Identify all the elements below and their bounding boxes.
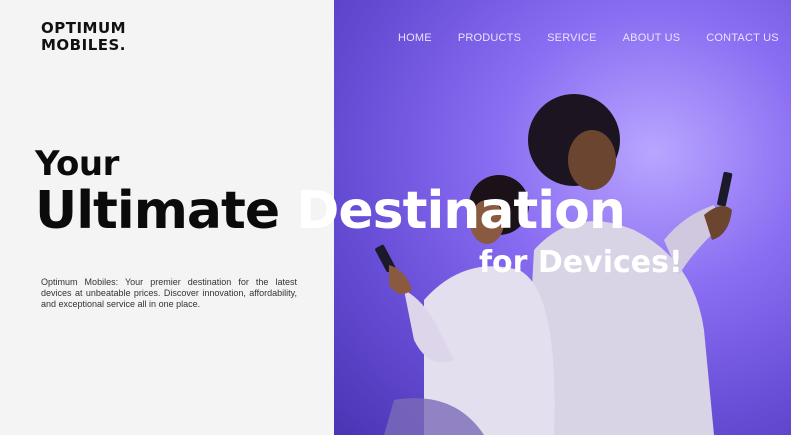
brand-logo[interactable]: OPTIMUM MOBILES. bbox=[41, 20, 126, 54]
phone-boy bbox=[717, 171, 733, 207]
nav-home[interactable]: HOME bbox=[398, 32, 432, 44]
hero-description: Optimum Mobiles: Your premier destinatio… bbox=[41, 277, 297, 309]
hero-heading-destination: Destination bbox=[296, 181, 626, 241]
nav-products[interactable]: PRODUCTS bbox=[458, 32, 521, 44]
nav-service[interactable]: SERVICE bbox=[547, 32, 597, 44]
brand-line-2: MOBILES. bbox=[41, 36, 126, 54]
nav-about-us[interactable]: ABOUT US bbox=[623, 32, 681, 44]
hero-heading-line-1: Your bbox=[35, 144, 119, 184]
hero-heading-line-3: for Devices! bbox=[479, 245, 683, 280]
main-nav: HOME PRODUCTS SERVICE ABOUT US CONTACT U… bbox=[398, 32, 779, 44]
nav-contact-us[interactable]: CONTACT US bbox=[706, 32, 779, 44]
hero-heading-line-2: Ultimate Destination bbox=[35, 181, 626, 241]
hero-heading-ultimate: Ultimate bbox=[35, 181, 297, 241]
brand-line-1: OPTIMUM bbox=[41, 19, 127, 37]
